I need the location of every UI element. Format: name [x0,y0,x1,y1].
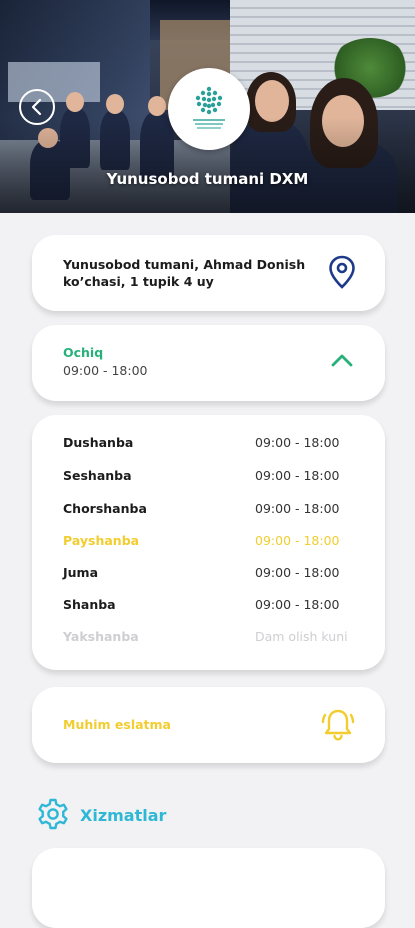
schedule-time: 09:00 - 18:00 [255,597,340,612]
schedule-time: 09:00 - 18:00 [255,435,340,450]
schedule-row: Juma 09:00 - 18:00 [63,565,368,585]
schedule-row-today: Payshanba 09:00 - 18:00 [63,533,368,553]
bell-icon [321,709,355,741]
schedule-time: 09:00 - 18:00 [255,565,340,580]
schedule-day: Juma [63,565,99,580]
address-card[interactable]: Yunusobod tumani, Ahmad Donish ko’chasi,… [32,235,385,311]
schedule-day: Payshanba [63,533,140,548]
schedule-row: Chorshanba 09:00 - 18:00 [63,501,368,521]
location-pin-icon[interactable] [328,255,356,289]
services-heading[interactable]: Xizmatlar [35,797,166,833]
logo-icon [193,86,225,129]
schedule-row: Shanba 09:00 - 18:00 [63,597,368,617]
schedule-time: 09:00 - 18:00 [255,501,340,516]
schedule-day: Chorshanba [63,501,147,516]
schedule-row: Dushanba 09:00 - 18:00 [63,435,368,455]
logo [168,68,250,150]
opening-status-card[interactable]: Ochiq 09:00 - 18:00 [32,325,385,401]
schedule-day: Yakshanba [63,629,139,644]
reminder-label: Muhim eslatma [63,717,171,732]
schedule-day: Shanba [63,597,116,612]
back-button[interactable] [19,89,55,125]
page-title: Yunusobod tumani DXM [106,170,309,188]
services-label: Xizmatlar [80,805,167,825]
arrow-left-icon [31,98,42,116]
schedule-time: 09:00 - 18:00 [255,533,340,548]
chevron-up-icon[interactable] [330,352,354,368]
address-text: Yunusobod tumani, Ahmad Donish ko’chasi,… [63,257,306,289]
reminder-card[interactable]: Muhim eslatma [32,687,385,763]
gear-icon [38,798,68,830]
status-label: Ochiq [63,345,104,360]
schedule-day: Seshanba [63,468,132,483]
schedule-row: Seshanba 09:00 - 18:00 [63,468,368,488]
schedule-time: Dam olish kuni [255,629,348,644]
schedule-day: Dushanba [63,435,134,450]
schedule-card: Dushanba 09:00 - 18:00 Seshanba 09:00 - … [32,415,385,670]
schedule-time: 09:00 - 18:00 [255,468,340,483]
status-hours: 09:00 - 18:00 [63,363,148,378]
schedule-row-off: Yakshanba Dam olish kuni [63,629,368,649]
services-card[interactable] [32,848,385,928]
